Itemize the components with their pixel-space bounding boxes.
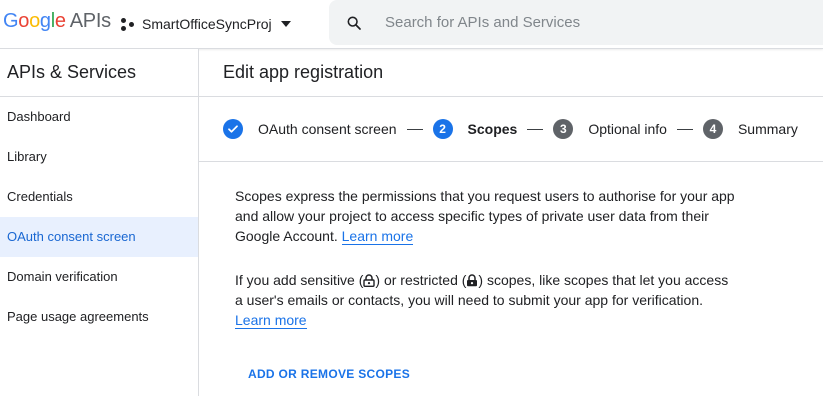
main-content: Edit app registration OAuth consent scre…	[199, 49, 823, 396]
sidebar-item-credentials[interactable]: Credentials	[0, 177, 198, 217]
scopes-description-text: Scopes express the permissions that you …	[235, 188, 735, 244]
project-icon	[121, 17, 135, 31]
step-number-3: 3	[553, 119, 574, 139]
step-number-2: 2	[432, 119, 453, 139]
step-connector	[527, 128, 544, 130]
note-text-part1: If you add sensitive (	[235, 272, 364, 288]
sidebar-item-dashboard[interactable]: Dashboard	[0, 97, 198, 137]
step-oauth-consent-screen[interactable]: OAuth consent screen	[258, 121, 397, 137]
sidebar: APIs & Services Dashboard Library Creden…	[0, 49, 199, 396]
project-name: SmartOfficeSyncProj	[142, 16, 272, 32]
sidebar-title: APIs & Services	[0, 49, 198, 97]
step-summary[interactable]: Summary	[738, 121, 798, 137]
step-number-4: 4	[702, 119, 723, 139]
step-connector	[676, 128, 693, 130]
registration-stepper: OAuth consent screen 2 Scopes 3 Optional…	[223, 117, 798, 141]
logo-apis-text: APIs	[69, 10, 111, 32]
sidebar-item-oauth-consent-screen[interactable]: OAuth consent screen	[0, 217, 198, 257]
add-or-remove-scopes-button[interactable]: ADD OR REMOVE SCOPES	[236, 360, 422, 388]
learn-more-link[interactable]: Learn more	[341, 228, 414, 245]
check-icon	[223, 119, 243, 139]
scopes-description: Scopes express the permissions that you …	[235, 186, 735, 246]
lock-filled-icon	[467, 274, 478, 287]
page-title: Edit app registration	[199, 49, 823, 97]
note-text-part2: ) or restricted (	[375, 272, 467, 288]
divider	[199, 161, 823, 162]
learn-more-link[interactable]: Learn more	[235, 312, 307, 329]
step-optional-info[interactable]: Optional info	[588, 121, 667, 137]
dropdown-caret-icon	[280, 21, 291, 27]
project-selector[interactable]: SmartOfficeSyncProj	[121, 12, 291, 36]
top-bar: Google APIs SmartOfficeSyncProj Search fo…	[0, 0, 823, 49]
sidebar-item-library[interactable]: Library	[0, 137, 198, 177]
google-apis-logo[interactable]: Google APIs	[3, 10, 111, 33]
lock-open-outline-icon	[363, 274, 376, 287]
search-placeholder[interactable]: Search for APIs and Services	[385, 14, 580, 31]
sidebar-item-page-usage-agreements[interactable]: Page usage agreements	[0, 297, 198, 337]
step-connector	[406, 128, 423, 130]
logo-google-text: Google	[3, 10, 66, 32]
search-icon	[347, 16, 361, 30]
step-scopes[interactable]: Scopes	[468, 121, 518, 137]
search-bar[interactable]: Search for APIs and Services	[329, 0, 823, 45]
sidebar-item-domain-verification[interactable]: Domain verification	[0, 257, 198, 297]
sensitive-scopes-note: If you add sensitive () or restricted ()…	[235, 270, 735, 330]
